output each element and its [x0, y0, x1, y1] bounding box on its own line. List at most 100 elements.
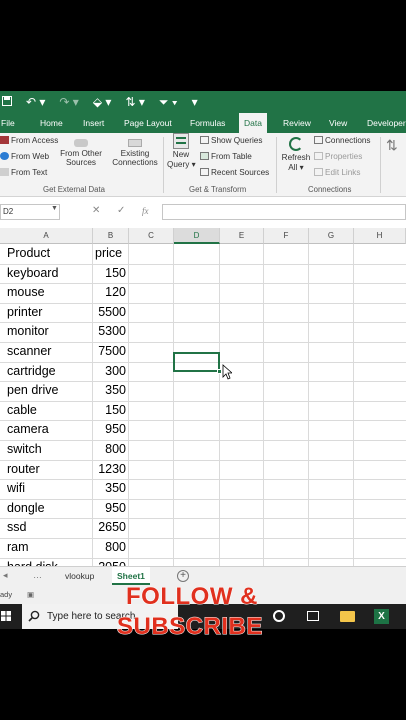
cancel-icon[interactable]: ✕ — [92, 205, 100, 216]
cell-price[interactable]: 350 — [92, 479, 126, 499]
tab-insert[interactable]: Insert — [83, 113, 104, 133]
tab-data[interactable]: Data — [239, 113, 267, 133]
connections-icon — [314, 136, 323, 144]
tab-page-layout[interactable]: Page Layout — [124, 113, 172, 133]
cell-product[interactable]: cable — [7, 401, 37, 421]
cell-product[interactable]: monitor — [7, 322, 49, 342]
more-sheets-icon[interactable]: … — [33, 570, 42, 580]
chevron-down-icon[interactable]: ▼ — [51, 205, 58, 212]
excel-taskbar-icon[interactable]: X — [374, 609, 389, 624]
edit-links-icon — [314, 168, 323, 176]
cell-product[interactable]: dongle — [7, 499, 45, 519]
cell-price[interactable]: 950 — [92, 499, 126, 519]
cell-product[interactable]: mouse — [7, 283, 45, 303]
sheet-tab-vlookup[interactable]: vlookup — [60, 567, 99, 585]
cell-product[interactable]: router — [7, 460, 40, 480]
search-icon — [28, 610, 40, 622]
group-connections: Connections — [308, 185, 352, 194]
ribbon-separator — [276, 137, 277, 193]
cell-price[interactable]: 5300 — [92, 322, 126, 342]
connections-label: Connections — [325, 136, 371, 145]
tab-file[interactable]: File — [1, 113, 15, 133]
from-table-label: From Table — [211, 152, 252, 161]
active-cell[interactable] — [173, 352, 220, 372]
cell-price[interactable]: 5500 — [92, 303, 126, 323]
column-header-d[interactable]: D — [174, 228, 220, 244]
formula-input[interactable] — [162, 204, 406, 220]
cell-price[interactable]: 1230 — [92, 460, 126, 480]
header-cell-product[interactable]: Product — [7, 244, 50, 264]
recent-sources-button[interactable]: Recent Sources — [200, 168, 269, 177]
redo-icon[interactable]: ↷ ▾ — [59, 95, 78, 109]
from-text-button[interactable]: From Text — [0, 168, 47, 177]
edit-links-button[interactable]: Edit Links — [314, 168, 361, 177]
column-header-g[interactable]: G — [309, 228, 354, 244]
column-header-f[interactable]: F — [264, 228, 309, 244]
cell-price[interactable]: 950 — [92, 420, 126, 440]
row-gridline — [0, 557, 406, 559]
refresh-all-button[interactable]: Refresh All ▾ — [280, 137, 312, 172]
task-view-icon[interactable] — [307, 611, 319, 621]
new-query-button[interactable]: New Query ▾ — [167, 133, 196, 169]
column-header-c[interactable]: C — [129, 228, 174, 244]
cell-product[interactable]: scanner — [7, 342, 51, 362]
existing-connections-button[interactable]: Existing Connections — [110, 139, 160, 167]
cell-price[interactable]: 2650 — [92, 518, 126, 538]
from-other-sources-button[interactable]: From Other Sources — [58, 139, 104, 167]
show-queries-button[interactable]: Show Queries — [200, 136, 262, 145]
cell-price[interactable]: 7500 — [92, 342, 126, 362]
insert-function-icon[interactable]: fx — [142, 206, 149, 216]
properties-button[interactable]: Properties — [314, 152, 362, 161]
cell-price[interactable]: 350 — [92, 381, 126, 401]
cell-price[interactable]: 150 — [92, 264, 126, 284]
cell-product[interactable]: keyboard — [7, 264, 58, 284]
cell-product[interactable]: switch — [7, 440, 42, 460]
from-access-button[interactable]: From Access — [0, 136, 58, 145]
scroll-left-icon[interactable]: ◂ — [3, 570, 8, 581]
filter-icon[interactable]: ⏷ ▾ — [159, 95, 178, 110]
tab-review[interactable]: Review — [283, 113, 311, 133]
cell-product[interactable]: printer — [7, 303, 42, 323]
access-icon — [0, 136, 9, 144]
enter-icon[interactable]: ✓ — [117, 205, 125, 216]
save-icon[interactable] — [2, 95, 12, 109]
file-explorer-icon[interactable] — [340, 611, 355, 622]
column-header-h[interactable]: H — [354, 228, 406, 244]
web-icon — [0, 152, 9, 160]
cell-product[interactable]: pen drive — [7, 381, 58, 401]
column-header-e[interactable]: E — [220, 228, 264, 244]
add-sheet-icon[interactable]: + — [177, 570, 189, 582]
table-icon — [200, 152, 209, 160]
cell-price[interactable]: 300 — [92, 362, 126, 382]
cell-product[interactable]: cartridge — [7, 362, 56, 382]
ribbon-data: From Access From Web From Text From Othe… — [0, 133, 406, 197]
tab-view[interactable]: View — [329, 113, 347, 133]
column-header-a[interactable]: A — [0, 228, 93, 244]
cell-product[interactable]: ram — [7, 538, 29, 558]
cell-product[interactable]: ssd — [7, 518, 26, 538]
cell-price[interactable]: 150 — [92, 401, 126, 421]
tab-formulas[interactable]: Formulas — [190, 113, 225, 133]
existing-label-2: Connections — [112, 158, 158, 167]
group-get-transform: Get & Transform — [189, 185, 247, 194]
cell-price[interactable]: 800 — [92, 440, 126, 460]
sort-icon[interactable]: ⇅ — [386, 137, 398, 154]
more-icon[interactable]: ▾ — [192, 95, 198, 109]
macro-record-icon[interactable]: ▣ — [27, 586, 34, 604]
tab-developer[interactable]: Developer — [367, 113, 406, 133]
cortana-icon[interactable] — [273, 610, 285, 622]
sort-icon[interactable]: ⇅ ▾ — [125, 95, 144, 109]
cell-price[interactable]: 120 — [92, 283, 126, 303]
header-cell-price[interactable]: price — [95, 244, 129, 264]
from-web-button[interactable]: From Web — [0, 152, 49, 161]
column-header-b[interactable]: B — [93, 228, 129, 244]
connections-button[interactable]: Connections — [314, 136, 371, 145]
customize-icon[interactable]: ⬙ ▾ — [93, 95, 112, 109]
cell-price[interactable]: 800 — [92, 538, 126, 558]
windows-start-icon[interactable] — [1, 611, 11, 621]
from-table-button[interactable]: From Table — [200, 152, 252, 161]
cell-product[interactable]: wifi — [7, 479, 25, 499]
cell-product[interactable]: camera — [7, 420, 49, 440]
undo-icon[interactable]: ↶ ▾ — [26, 95, 45, 109]
tab-home[interactable]: Home — [40, 113, 63, 133]
